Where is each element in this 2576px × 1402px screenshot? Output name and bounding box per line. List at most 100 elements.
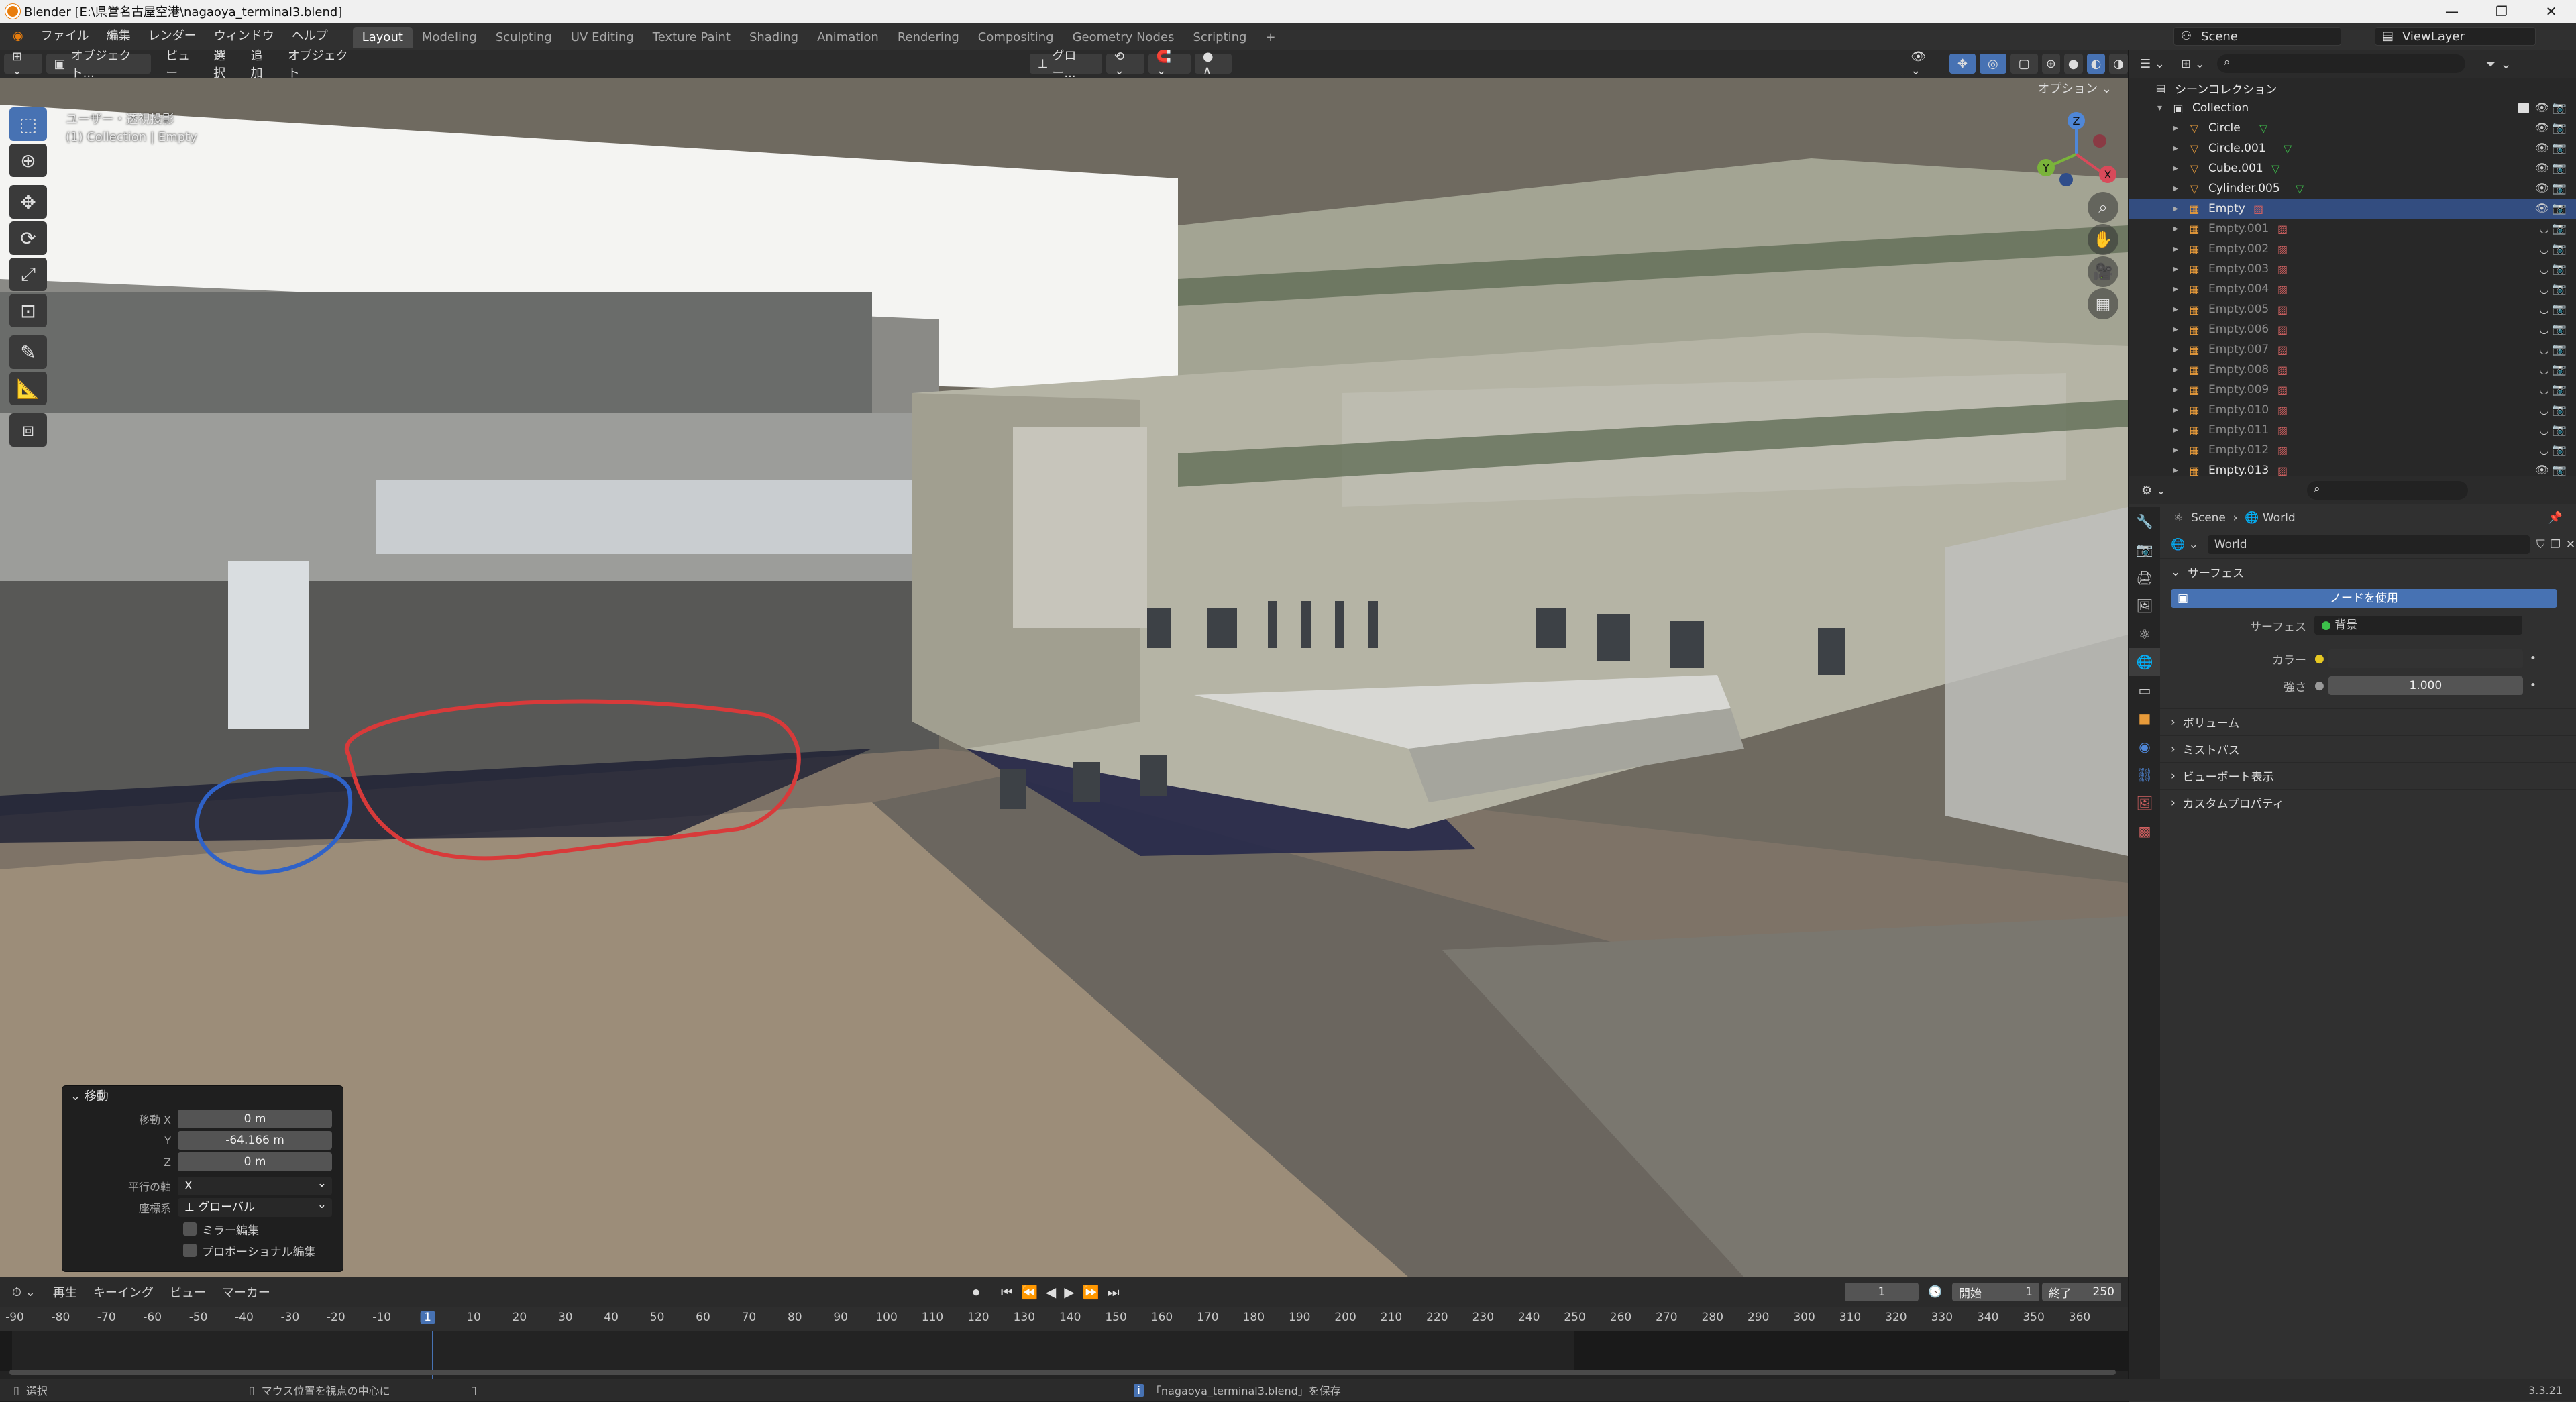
- scene-selector[interactable]: ⚇ Scene: [2174, 27, 2341, 46]
- workspace-tab-0[interactable]: Layout: [352, 27, 413, 48]
- next-keyframe-icon[interactable]: ⏩: [1083, 1284, 1099, 1300]
- image-data-icon[interactable]: ▨: [2277, 243, 2288, 256]
- render-visibility-icon[interactable]: 📷: [2553, 242, 2567, 256]
- measure-tool[interactable]: 📐: [9, 372, 47, 405]
- workspace-tab-1[interactable]: Modeling: [413, 27, 486, 48]
- filter-icon[interactable]: ⏷ ⌄: [2485, 56, 2512, 72]
- pan-hand-icon[interactable]: ✋: [2088, 224, 2118, 255]
- current-frame-field[interactable]: 1: [1845, 1283, 1919, 1301]
- editor-type-button[interactable]: ⊞ ⌄: [4, 50, 42, 78]
- timeline-scrollbar[interactable]: [9, 1370, 2116, 1375]
- visibility-icon[interactable]: ◡: [2539, 303, 2549, 316]
- expand-icon[interactable]: ▸: [2174, 163, 2187, 174]
- render-visibility-icon[interactable]: 📷: [2553, 343, 2567, 356]
- visibility-icon[interactable]: ◡: [2539, 343, 2549, 356]
- cursor-tool[interactable]: ⊕: [9, 144, 47, 177]
- workspace-tab-10[interactable]: Scripting: [1183, 27, 1256, 48]
- end-frame-field[interactable]: 終了 250: [2042, 1283, 2121, 1301]
- expand-icon[interactable]: ▸: [2174, 284, 2187, 294]
- minimize-button[interactable]: —: [2427, 0, 2477, 23]
- add-cube-tool[interactable]: ⧈: [9, 413, 47, 447]
- mesh-data-icon[interactable]: ▽: [2284, 142, 2292, 155]
- render-visibility-icon[interactable]: 📷: [2553, 363, 2567, 376]
- outliner-item[interactable]: ▸ ▽ Cube.001 ▽ 👁 📷: [2129, 158, 2576, 178]
- camera-icon[interactable]: 🎥: [2088, 256, 2118, 287]
- pivot-point-button[interactable]: ⟲ ⌄: [1106, 50, 1144, 78]
- outliner-item[interactable]: ▸ ▦ Empty.008 ▨ ◡ 📷: [2129, 360, 2576, 380]
- mesh-data-icon[interactable]: ▽: [2271, 162, 2279, 175]
- mesh-data-icon[interactable]: ▽: [2259, 122, 2267, 135]
- render-visibility-icon[interactable]: 📷: [2553, 423, 2567, 437]
- visibility-icon[interactable]: ◡: [2539, 222, 2549, 235]
- view-layer-tab-icon[interactable]: 🖼: [2129, 592, 2160, 620]
- mesh-data-icon[interactable]: ▽: [2296, 182, 2304, 195]
- options-button[interactable]: オプション ⌄: [2037, 79, 2112, 97]
- visibility-icon[interactable]: 👁: [2534, 142, 2549, 155]
- outliner-item[interactable]: ▸ ▦ Empty.004 ▨ ◡ 📷: [2129, 279, 2576, 299]
- unlink-icon[interactable]: ✕: [2566, 538, 2575, 551]
- jump-end-icon[interactable]: ⏭: [1108, 1284, 1120, 1300]
- collection-exclude-checkbox[interactable]: [2518, 103, 2529, 113]
- render-visibility-icon[interactable]: 📷: [2553, 403, 2567, 417]
- axis-select[interactable]: X: [178, 1174, 332, 1195]
- scene-tab-icon[interactable]: ⚛: [2129, 620, 2160, 648]
- collection-render-icon[interactable]: 📷: [2553, 101, 2567, 115]
- grid-icon[interactable]: ▦: [2088, 288, 2118, 319]
- workspace-tab-7[interactable]: Rendering: [888, 27, 969, 48]
- workspace-tab-3[interactable]: UV Editing: [561, 27, 643, 48]
- zoom-icon[interactable]: ⌕: [2088, 192, 2118, 223]
- visibility-icon[interactable]: 👁: [2534, 162, 2549, 175]
- operator-panel-header[interactable]: ⌄ 移動: [62, 1086, 343, 1108]
- image-data-icon[interactable]: ▨: [2277, 364, 2288, 376]
- property-section-header[interactable]: › ビューポート表示: [2160, 762, 2576, 789]
- record-icon[interactable]: ⏺: [973, 1284, 979, 1300]
- render-tab-icon[interactable]: 📷: [2129, 535, 2160, 563]
- timeline-editor-icon[interactable]: ⏱ ⌄: [12, 1285, 36, 1299]
- image-data-icon[interactable]: ▨: [2277, 404, 2288, 417]
- visibility-icon[interactable]: ◡: [2539, 423, 2549, 437]
- image-data-icon[interactable]: ▨: [2277, 263, 2288, 276]
- expand-icon[interactable]: ▸: [2174, 344, 2187, 355]
- xray-button[interactable]: ▢: [2010, 54, 2038, 74]
- expand-icon[interactable]: ▸: [2174, 264, 2187, 274]
- property-section-header[interactable]: › ミストパス: [2160, 735, 2576, 762]
- world-tab-icon[interactable]: 🌐: [2129, 648, 2160, 676]
- object-tab-icon[interactable]: ■: [2129, 704, 2160, 733]
- constraints-tab-icon[interactable]: ⛓: [2129, 761, 2160, 789]
- expand-icon[interactable]: ▸: [2174, 244, 2187, 254]
- play-icon[interactable]: ▶: [1064, 1284, 1074, 1300]
- prev-keyframe-icon[interactable]: ⏪: [1021, 1284, 1038, 1300]
- viewport-menu-3[interactable]: オブジェクト: [280, 46, 359, 81]
- outliner-item[interactable]: ▸ ▦ Empty.011 ▨ ◡ 📷: [2129, 420, 2576, 440]
- viewlayer-selector[interactable]: ▤ ViewLayer: [2375, 27, 2536, 46]
- image-data-icon[interactable]: ▨: [2277, 323, 2288, 336]
- color-keyframe-icon[interactable]: •: [2530, 652, 2536, 665]
- gizmo-toggle-button[interactable]: ✥: [1949, 54, 1976, 74]
- collection-row[interactable]: ▾ ▣ Collection 👁 📷: [2129, 98, 2576, 118]
- workspace-tab-2[interactable]: Sculpting: [486, 27, 561, 48]
- expand-icon[interactable]: ▸: [2174, 364, 2187, 375]
- outliner-item[interactable]: ▸ ▽ Circle.001 ▽ 👁 📷: [2129, 138, 2576, 158]
- image-data-icon[interactable]: ▨: [2277, 343, 2288, 356]
- workspace-tab-11[interactable]: +: [1256, 27, 1285, 48]
- image-data-icon[interactable]: ▨: [2277, 444, 2288, 457]
- workspace-tab-9[interactable]: Geometry Nodes: [1063, 27, 1184, 48]
- clock-icon[interactable]: 🕓: [1928, 1285, 1942, 1299]
- jump-start-icon[interactable]: ⏮: [1001, 1284, 1013, 1300]
- outliner-item[interactable]: ▸ ▦ Empty.002 ▨ ◡ 📷: [2129, 239, 2576, 259]
- image-data-icon[interactable]: ▨: [2253, 203, 2263, 215]
- operator-row-field[interactable]: 0 m: [178, 1152, 332, 1171]
- scene-collection-row[interactable]: ▤ シーンコレクション: [2129, 78, 2576, 98]
- render-visibility-icon[interactable]: 📷: [2553, 142, 2567, 155]
- expand-icon[interactable]: ▸: [2174, 324, 2187, 335]
- pin-icon[interactable]: 📌: [2548, 511, 2563, 525]
- scale-tool[interactable]: ⤢: [9, 258, 47, 291]
- frame-ruler[interactable]: -90 -80 -70 -60 -50 -40 -30 -20 -10 1 10 20 30 40 50 60…: [0, 1307, 2128, 1331]
- image-data-icon[interactable]: ▨: [2277, 384, 2288, 396]
- annotate-tool[interactable]: ✎: [9, 335, 47, 369]
- proportional-checkbox[interactable]: [183, 1244, 197, 1257]
- visibility-icon[interactable]: ◡: [2539, 403, 2549, 417]
- outliner-item[interactable]: ▸ ▦ Empty.005 ▨ ◡ 📷: [2129, 299, 2576, 319]
- output-tab-icon[interactable]: 🖨: [2129, 563, 2160, 592]
- physics-tab-icon[interactable]: ◉: [2129, 733, 2160, 761]
